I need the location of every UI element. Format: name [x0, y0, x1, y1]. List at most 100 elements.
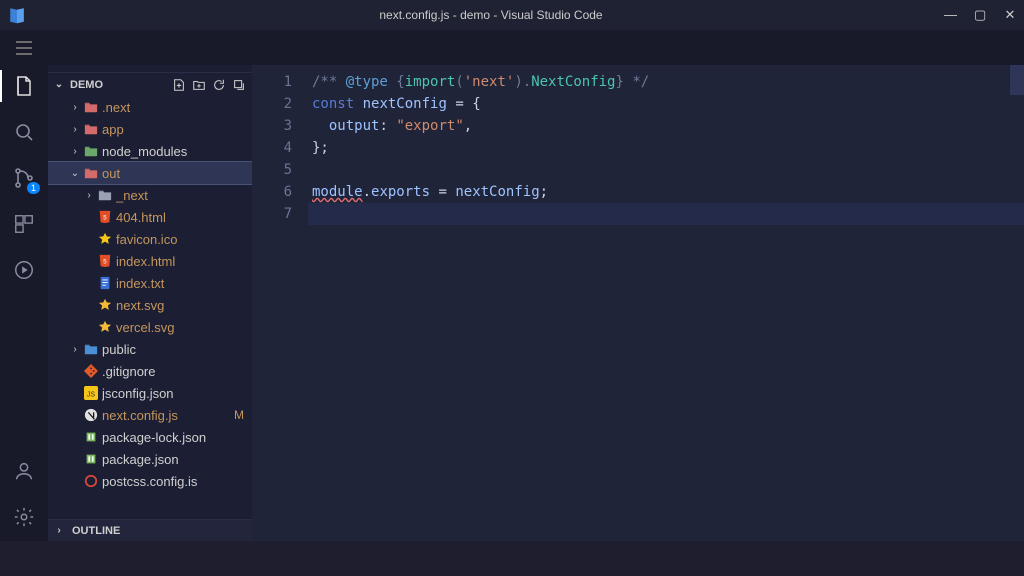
file-row-package-lock-json[interactable]: package-lock.json: [48, 426, 252, 448]
folder-red-icon: [82, 122, 100, 136]
outline-section[interactable]: › OUTLINE: [48, 519, 252, 541]
file-row-favicon-ico[interactable]: favicon.ico: [48, 228, 252, 250]
tree-item-label: node_modules: [102, 144, 252, 159]
split-editor-button[interactable]: [962, 40, 978, 56]
tab-modified-badge: M: [374, 41, 384, 55]
tree-item-label: next.config.js: [102, 408, 228, 423]
file-row--gitignore[interactable]: .gitignore: [48, 360, 252, 382]
collapse-all-button[interactable]: [232, 78, 246, 92]
chevron-right-icon: ›: [68, 102, 82, 113]
svg-text:5: 5: [103, 259, 107, 266]
spacer: [82, 256, 96, 267]
tree-item-label: package.json: [102, 452, 252, 467]
tree-item-label: favicon.ico: [116, 232, 252, 247]
activity-run[interactable]: [10, 256, 38, 284]
activity-extensions[interactable]: [10, 210, 38, 238]
star-icon: [96, 232, 114, 246]
spacer: [68, 454, 82, 465]
tree-item-label: public: [102, 342, 252, 357]
editor-more-button[interactable]: •••: [992, 40, 1012, 55]
chevron-right-icon: ›: [68, 344, 82, 355]
spacer: [68, 366, 82, 377]
git-icon: [82, 364, 100, 378]
tree-item-label: out: [102, 166, 252, 181]
svg-text:5: 5: [103, 215, 107, 222]
new-folder-button[interactable]: [192, 78, 206, 92]
tab-close-button[interactable]: ✕: [396, 40, 407, 56]
file-row-postcss-config-is[interactable]: postcss.config.is: [48, 470, 252, 492]
folder-row--next[interactable]: › _next: [48, 184, 252, 206]
svg-icon: [96, 298, 114, 312]
file-row-404-html[interactable]: 5404.html: [48, 206, 252, 228]
file-row-index-txt[interactable]: index.txt: [48, 272, 252, 294]
tree-item-label: .gitignore: [102, 364, 252, 379]
compare-changes-button[interactable]: [932, 40, 948, 56]
code-line[interactable]: [312, 159, 1024, 181]
code-line[interactable]: };: [312, 137, 1024, 159]
code-line[interactable]: const nextConfig = {: [312, 93, 1024, 115]
postcss-icon: [82, 474, 100, 488]
activity-account[interactable]: [10, 457, 38, 485]
chevron-right-icon: ›: [68, 146, 82, 157]
activity-explorer[interactable]: [10, 72, 38, 100]
spacer: [68, 410, 82, 421]
line-gutter: 1234567: [252, 65, 308, 541]
outline-label: OUTLINE: [72, 525, 120, 537]
next-icon: [262, 41, 280, 55]
code-line[interactable]: /** @type {import('next').NextConfig} */: [312, 71, 1024, 93]
file-row-package-json[interactable]: package.json: [48, 448, 252, 470]
tree-item-label: next.svg: [116, 298, 252, 313]
activity-search[interactable]: [10, 118, 38, 146]
code-editor[interactable]: 1234567 /** @type {import('next').NextCo…: [252, 65, 1024, 541]
folder-row-node-modules[interactable]: › node_modules: [48, 140, 252, 162]
file-row-next-config-js[interactable]: next.config.jsM: [48, 404, 252, 426]
editor-group: next.config.js M ✕ ••• 1234567 /** @type…: [252, 30, 1024, 541]
title-bar: next.config.js - demo - Visual Studio Co…: [0, 0, 1024, 30]
window-maximize-button[interactable]: ▢: [974, 7, 986, 23]
code-content[interactable]: /** @type {import('next').NextConfig} */…: [308, 65, 1024, 541]
tree-item-label: _next: [116, 188, 252, 203]
line-number: 1: [252, 71, 292, 93]
app-icon: [8, 6, 38, 24]
line-number: 5: [252, 159, 292, 181]
window-close-button[interactable]: ✕: [1004, 7, 1016, 23]
folder-row-public[interactable]: › public: [48, 338, 252, 360]
line-number: 3: [252, 115, 292, 137]
code-line[interactable]: module.exports = nextConfig;: [312, 181, 1024, 203]
workspace-header[interactable]: ⌄ DEMO: [48, 72, 252, 96]
tree-item-label: jsconfig.json: [102, 386, 252, 401]
folder-blue-icon: [82, 342, 100, 356]
folder-row--next[interactable]: ›.next: [48, 96, 252, 118]
line-number: 2: [252, 93, 292, 115]
chevron-right-icon: ›: [68, 124, 82, 135]
tab-next-config[interactable]: next.config.js M ✕: [252, 30, 418, 65]
spacer: [82, 212, 96, 223]
folder-gray-icon: [96, 188, 114, 202]
spacer: [82, 300, 96, 311]
file-row-next-svg[interactable]: next.svg: [48, 294, 252, 316]
refresh-button[interactable]: [212, 78, 226, 92]
window-title: next.config.js - demo - Visual Studio Co…: [38, 8, 944, 22]
file-row-index-html[interactable]: 5index.html: [48, 250, 252, 272]
folder-row-out[interactable]: ⌄out: [48, 162, 252, 184]
tree-item-label: app: [102, 122, 252, 137]
tree-item-label: vercel.svg: [116, 320, 252, 335]
file-row-vercel-svg[interactable]: vercel.svg: [48, 316, 252, 338]
chevron-right-icon: ›: [52, 525, 66, 536]
editor-tabs: next.config.js M ✕ •••: [252, 30, 1024, 65]
activity-settings[interactable]: [10, 503, 38, 531]
window-minimize-button[interactable]: —: [944, 7, 956, 23]
npm-icon: [82, 430, 100, 444]
chevron-right-icon: ›: [82, 190, 96, 201]
line-number: 7: [252, 203, 292, 225]
explorer-more-button[interactable]: •••: [219, 47, 240, 63]
txt-icon: [96, 276, 114, 290]
folder-red-icon: [82, 166, 100, 180]
new-file-button[interactable]: [172, 78, 186, 92]
chevron-down-icon: ⌄: [52, 79, 66, 90]
file-row-jsconfig-json[interactable]: JSjsconfig.json: [48, 382, 252, 404]
code-line[interactable]: [312, 203, 1024, 225]
code-line[interactable]: output: "export",: [312, 115, 1024, 137]
folder-row-app[interactable]: › app: [48, 118, 252, 140]
activity-source-control[interactable]: 1: [10, 164, 38, 192]
